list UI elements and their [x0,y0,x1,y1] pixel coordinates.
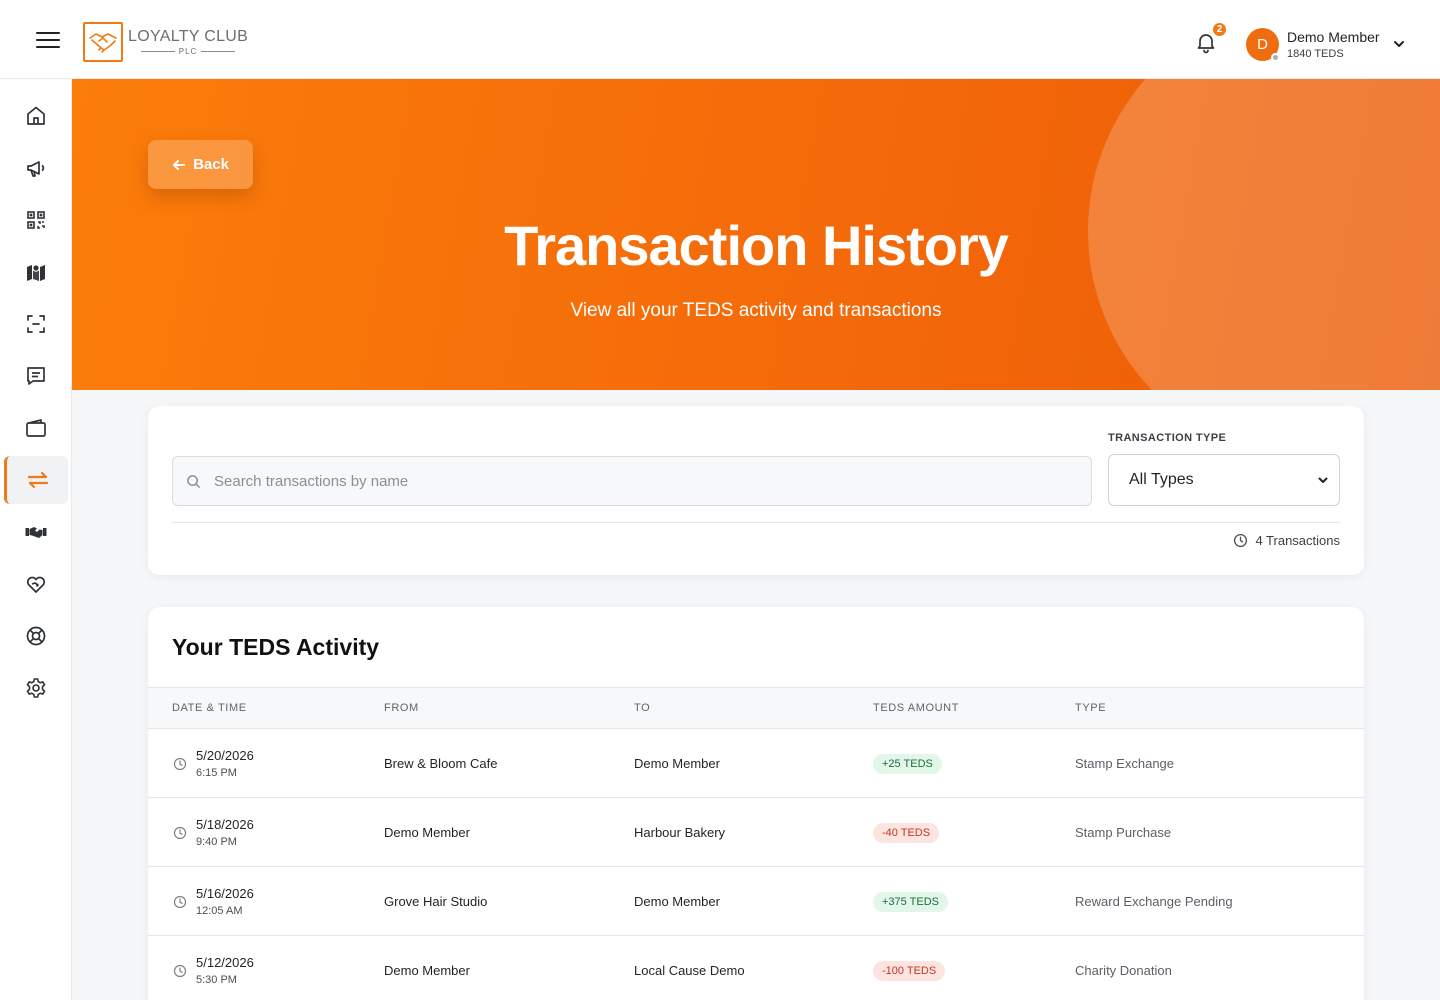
row-to: Harbour Bakery [634,825,726,840]
page-subtitle: View all your TEDS activity and transact… [570,300,942,321]
table-row[interactable]: 5/18/2026 9:40 PM Demo Member Harbour Ba… [148,798,1364,867]
menu-hamburger-icon[interactable] [36,32,60,50]
clock-icon [173,964,187,978]
activity-title: Your TEDS Activity [172,634,380,660]
hero-banner: Back Transaction History View all your T… [72,79,1440,390]
search-box[interactable] [172,456,1092,506]
row-to: Demo Member [634,756,720,771]
settings-gear-icon[interactable] [4,664,68,712]
column-to: TO [634,702,651,714]
chevron-down-icon [1318,477,1328,483]
column-from: FROM [384,702,419,714]
row-type: Reward Exchange Pending [1075,894,1233,909]
user-name: Demo Member [1287,28,1380,45]
amount-badge: +25 TEDS [873,754,942,774]
handshake-icon[interactable] [4,508,68,556]
row-date: 5/20/2026 [196,748,254,763]
logo[interactable]: LOYALTY CLUB PLC [83,22,248,62]
avatar: D [1246,27,1280,62]
chevron-down-icon [1393,41,1404,47]
back-button-label: Back [193,156,229,173]
transaction-type-value: All Types [1129,471,1194,488]
top-bar: LOYALTY CLUB PLC 2 D Demo Member 1840 TE… [0,0,1440,79]
filter-card: TRANSACTION TYPE All Types 4 Transaction… [148,406,1364,575]
table-row[interactable]: 5/12/2026 5:30 PM Demo Member Local Caus… [148,936,1364,1000]
table-header: DATE & TIME FROM TO TEDS AMOUNT TYPE [148,687,1364,729]
row-from: Demo Member [384,825,470,840]
clock-icon [173,757,187,771]
transaction-type-select[interactable]: All Types [1108,454,1340,506]
activity-card: Your TEDS Activity DATE & TIME FROM TO T… [148,607,1364,1000]
messages-icon[interactable] [4,352,68,400]
row-to: Local Cause Demo [634,963,745,978]
amount-badge: -40 TEDS [873,823,940,843]
row-from: Demo Member [384,963,470,978]
column-teds-amount: TEDS AMOUNT [873,702,960,714]
row-date: 5/16/2026 [196,886,254,901]
transaction-count: 4 Transactions [1233,533,1340,548]
page-title: Transaction History [504,214,1009,277]
search-icon [187,474,200,488]
search-input[interactable] [214,472,1074,490]
clock-icon [173,826,187,840]
support-lifebuoy-icon[interactable] [4,612,68,660]
logo-title: LOYALTY CLUB [128,28,249,45]
arrow-left-icon [173,159,186,170]
row-date: 5/12/2026 [196,955,254,970]
qr-code-icon[interactable] [4,196,68,244]
sidebar [0,80,72,1000]
row-from: Brew & Bloom Cafe [384,756,498,771]
row-to: Demo Member [634,894,720,909]
transaction-count-text: 4 Transactions [1255,533,1340,548]
clock-icon [173,895,187,909]
user-balance: 1840 TEDS [1287,47,1344,60]
column-date-time: DATE & TIME [172,702,247,714]
row-time: 9:40 PM [196,836,237,848]
row-date: 5/18/2026 [196,817,254,832]
row-from: Grove Hair Studio [384,894,488,909]
table-row[interactable]: 5/20/2026 6:15 PM Brew & Bloom Cafe Demo… [148,729,1364,798]
row-time: 12:05 AM [196,905,243,917]
user-menu[interactable]: D Demo Member 1840 TEDS [1246,26,1406,62]
transfer-icon[interactable] [4,456,68,504]
divider [172,522,1340,523]
row-type: Stamp Purchase [1075,825,1172,840]
map-icon[interactable] [4,248,68,296]
row-time: 6:15 PM [196,767,237,779]
wallet-icon[interactable] [4,404,68,452]
status-dot [1271,52,1280,62]
column-type: TYPE [1075,702,1107,714]
charity-heart-icon[interactable] [4,560,68,608]
transaction-type-label: TRANSACTION TYPE [1108,432,1227,444]
row-time: 5:30 PM [196,974,237,986]
logo-subtitle: PLC [178,47,198,56]
scan-icon[interactable] [4,300,68,348]
amount-badge: -100 TEDS [873,961,946,981]
clock-icon [1234,533,1248,548]
row-type: Stamp Exchange [1075,756,1175,771]
amount-badge: +375 TEDS [873,892,948,912]
megaphone-icon[interactable] [4,144,68,192]
row-type: Charity Donation [1075,963,1172,978]
handshake-logo-icon [83,22,123,62]
back-button[interactable]: Back [148,140,253,189]
home-icon[interactable] [4,92,68,140]
notification-count-badge: 2 [1211,21,1228,38]
table-row[interactable]: 5/16/2026 12:05 AM Grove Hair Studio Dem… [148,867,1364,936]
